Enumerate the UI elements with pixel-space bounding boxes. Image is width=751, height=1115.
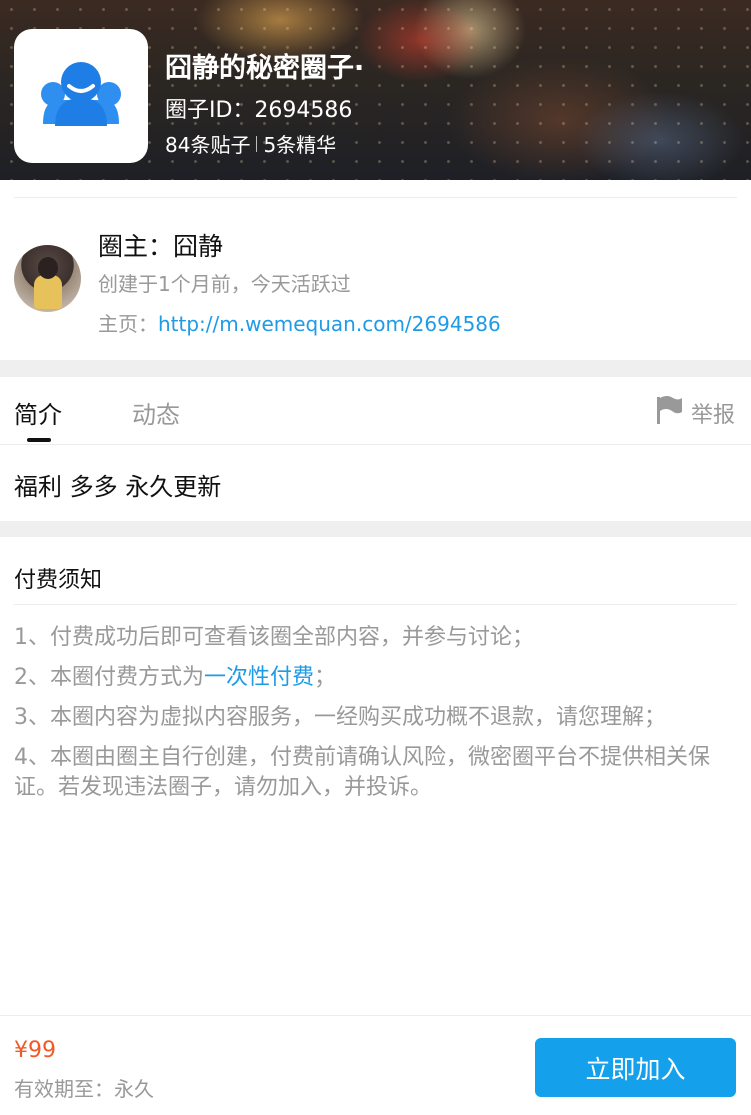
tab-intro[interactable]: 简介 — [14, 395, 62, 430]
owner-avatar[interactable] — [14, 245, 81, 312]
avatar-figure-body — [34, 275, 62, 309]
stats-separator — [256, 135, 258, 152]
avatar-figure-head — [38, 257, 58, 279]
payment-notice-title: 付费须知 — [14, 568, 103, 593]
notice-item-text: ； — [314, 665, 337, 690]
post-count: 84条贴子 — [165, 133, 251, 157]
section-gap — [0, 360, 751, 377]
circle-logo — [14, 29, 148, 163]
featured-count: 5条精华 — [263, 133, 337, 157]
join-button[interactable]: 立即加入 — [535, 1038, 736, 1097]
circle-title: 囧静的秘密圈子· — [165, 53, 365, 84]
homepage-link[interactable]: http://m.wemequan.com/2694586 — [158, 312, 501, 336]
divider — [14, 197, 737, 198]
tab-dynamic[interactable]: 动态 — [132, 395, 180, 430]
circle-stats: 84条贴子 5条精华 — [165, 129, 336, 158]
owner-name: 圈主：囧静 — [98, 232, 224, 261]
notice-item: 4、本圈由圈主自行创建，付费前请确认风险，微密圈平台不提供相关保证。若发现违法圈… — [14, 745, 710, 800]
owner-homepage: 主页：http://m.wemequan.com/2694586 — [98, 308, 501, 337]
intro-text: 福利 多多 永久更新 — [14, 473, 222, 501]
active-tab-indicator — [27, 438, 51, 442]
circle-header: 囧静的秘密圈子· 圈子ID：2694586 84条贴子 5条精华 — [0, 0, 751, 180]
tab-bar: 简介 动态 举报 — [0, 377, 751, 445]
homepage-label: 主页： — [98, 312, 158, 336]
flag-icon — [655, 395, 691, 431]
section-gap — [0, 521, 751, 537]
owner-created-info: 创建于1个月前，今天活跃过 — [98, 272, 351, 296]
validity: 有效期至：永久 — [14, 1077, 154, 1101]
notice-item-text: 2、本圈付费方式为 — [14, 665, 204, 690]
divider — [14, 604, 737, 605]
report-button[interactable]: 举报 — [655, 395, 735, 431]
price: ¥99 — [14, 1038, 56, 1063]
group-people-icon — [39, 60, 123, 132]
report-label: 举报 — [690, 403, 735, 428]
notice-item: 1、付费成功后即可查看该圈全部内容，并参与讨论； — [14, 625, 534, 650]
payment-type-highlight: 一次性付费 — [204, 665, 315, 690]
footer-bar: ¥99 有效期至：永久 立即加入 — [0, 1015, 751, 1115]
circle-id: 圈子ID：2694586 — [165, 98, 353, 123]
notice-item: 2、本圈付费方式为一次性付费； — [14, 663, 739, 693]
notice-item: 3、本圈内容为虚拟内容服务，一经购买成功概不退款，请您理解； — [14, 705, 666, 730]
